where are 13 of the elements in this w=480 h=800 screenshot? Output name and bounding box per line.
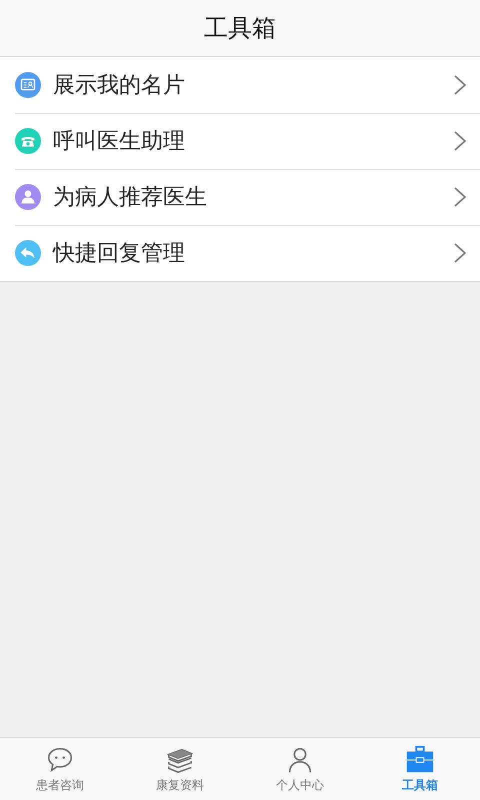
menu-item[interactable]: 快捷回复管理 xyxy=(0,225,480,281)
menu-item[interactable]: 为病人推荐医生 xyxy=(0,169,480,225)
chevron-right-icon xyxy=(454,75,466,95)
tab[interactable]: 患者咨询 xyxy=(0,738,120,800)
page-title: 工具箱 xyxy=(204,13,276,44)
tab[interactable]: 个人中心 xyxy=(240,738,360,800)
chevron-right-icon xyxy=(454,187,466,207)
chevron-right-icon xyxy=(454,131,466,151)
menu-item[interactable]: 展示我的名片 xyxy=(0,57,480,113)
chevron-right-icon xyxy=(454,243,466,263)
toolbox-icon xyxy=(405,744,435,774)
menu-item[interactable]: 呼叫医生助理 xyxy=(0,113,480,169)
tab[interactable]: 康复资料 xyxy=(120,738,240,800)
